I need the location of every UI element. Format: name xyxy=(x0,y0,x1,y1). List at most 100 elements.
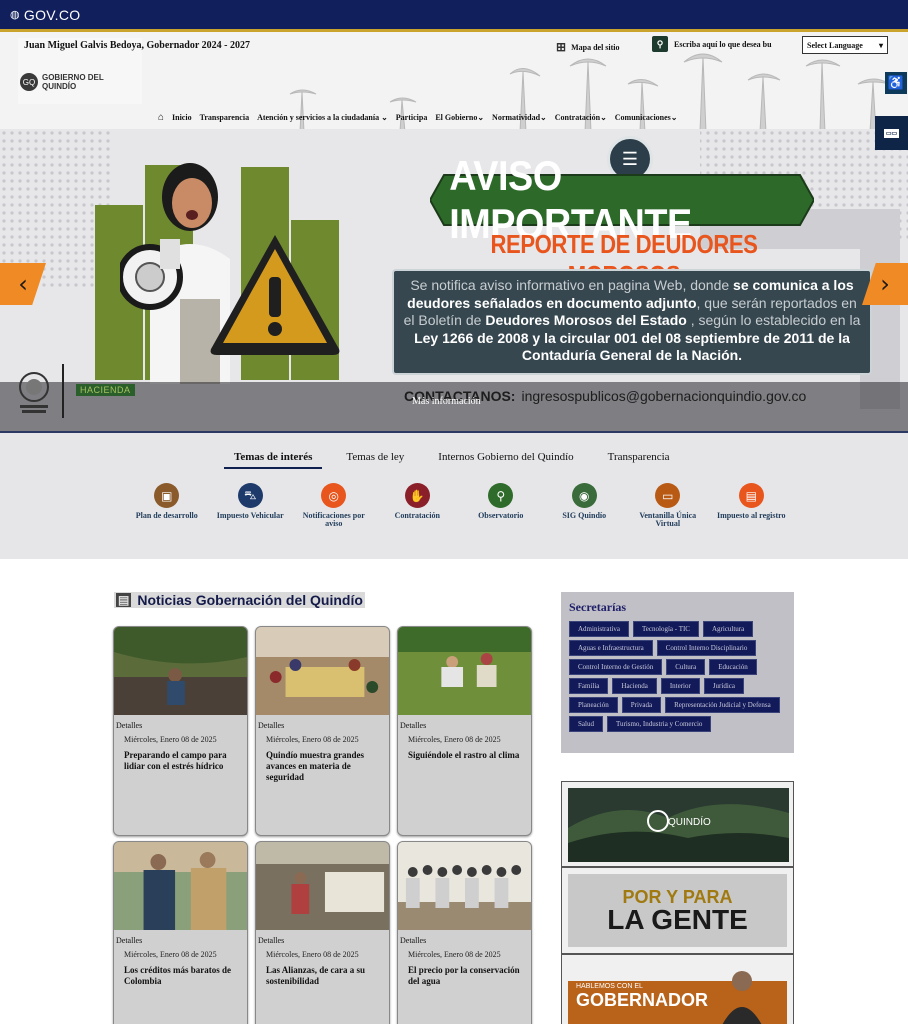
notice-text-5: , según lo establecido en la xyxy=(686,312,861,328)
news-card[interactable]: Detalles Miércoles, Enero 08 de 2025 Pre… xyxy=(113,626,248,836)
secretaria-link[interactable]: Control Interno Disciplinario xyxy=(656,640,757,656)
chevron-down-icon: ▾ xyxy=(878,40,883,50)
nav-contratacion[interactable]: Contratación⌄ xyxy=(555,113,607,122)
theme-label: Impuesto Vehicular xyxy=(216,511,284,520)
details-label: Detalles xyxy=(400,721,427,730)
nav-el-gobierno-label: El Gobierno xyxy=(435,113,478,122)
themes-tabs: Temas de interés Temas de ley Internos G… xyxy=(224,451,680,469)
promo-por-y-para-la-gente[interactable]: POR Y PARA LA GENTE xyxy=(561,867,794,954)
secretaria-link[interactable]: Hacienda xyxy=(612,678,657,694)
news-card[interactable]: Detalles Miércoles, Enero 08 de 2025 Qui… xyxy=(255,626,390,836)
news-headline[interactable]: Las Alianzas, de cara a su sostenibilida… xyxy=(256,959,389,987)
secretaria-link[interactable]: Salud xyxy=(569,716,603,732)
theme-impuesto-vehicular[interactable]: ⛍ Impuesto Vehicular xyxy=(209,483,293,528)
nav-normatividad[interactable]: Normatividad⌄ xyxy=(492,113,547,122)
secretaria-link[interactable]: Tecnología - TIC xyxy=(633,621,699,637)
nav-el-gobierno[interactable]: El Gobierno⌄ xyxy=(435,113,484,122)
sitemap-icon: ⊞ xyxy=(556,40,567,54)
theme-label: SIG Quindío xyxy=(562,511,607,520)
nav-contratacion-label: Contratación xyxy=(554,113,601,122)
gov-co-logo[interactable]: ◍ GOV.CO xyxy=(10,7,80,23)
sitemap-link[interactable]: ⊞ Mapa del sitio xyxy=(556,40,620,55)
notice-text-4: Deudores Morosos del Estado xyxy=(485,312,687,328)
secretaria-link[interactable]: Agricultura xyxy=(702,621,754,637)
theme-plan-desarrollo[interactable]: ▣ Plan de desarrollo xyxy=(125,483,209,528)
language-select[interactable]: Select Language ▾ xyxy=(802,36,888,54)
news-date: Miércoles, Enero 08 de 2025 xyxy=(124,735,217,744)
briefcase-icon: ▣ xyxy=(154,483,180,508)
main-nav: ⌂ Inicio Transparencia Atención y servic… xyxy=(158,112,677,123)
chevron-left-icon: ‹ xyxy=(18,270,28,298)
secretarias-list: Administrativa Tecnología - TIC Agricult… xyxy=(569,621,786,732)
quindio-landscape-image: QUINDÍO xyxy=(568,788,789,862)
news-headline[interactable]: Quindío muestra grandes avances en mater… xyxy=(256,744,389,783)
theme-ventanilla[interactable]: ▭ Ventanilla Única Virtual xyxy=(626,483,710,528)
news-headline[interactable]: Los créditos más baratos de Colombia xyxy=(114,959,247,987)
secretaria-link[interactable]: Jurídica xyxy=(703,678,744,694)
secretaria-link[interactable]: Familia xyxy=(569,678,609,694)
nav-normatividad-label: Normatividad xyxy=(492,113,541,122)
secretaria-link[interactable]: Administrativa xyxy=(569,621,629,637)
news-title-text: Noticias Gobernación del Quindío xyxy=(137,592,363,608)
secretaria-link[interactable]: Turismo, Industria y Comercio xyxy=(606,716,712,732)
news-headline[interactable]: El precio por la conservación del agua xyxy=(398,959,531,987)
search-input[interactable]: Escriba aquí lo que desea bu xyxy=(674,40,772,49)
news-headline[interactable]: Siguiéndole el rastro al clima xyxy=(398,744,531,761)
details-label: Detalles xyxy=(258,721,285,730)
quindio-seal-icon xyxy=(19,372,49,413)
theme-sig-quindio[interactable]: ◉ SIG Quindío xyxy=(543,483,627,528)
theme-label: Impuesto al registro xyxy=(716,511,786,520)
nav-transparencia[interactable]: Transparencia xyxy=(200,113,249,122)
contact-email[interactable]: ingresospublicos@gobernacionquindio.gov.… xyxy=(521,388,806,404)
nav-participa[interactable]: Participa xyxy=(396,113,428,122)
secretaria-link[interactable]: Cultura xyxy=(666,659,706,675)
theme-label: Observatorio xyxy=(478,511,524,520)
notice-text-6: Ley 1266 de 2008 y la circular 001 del 0… xyxy=(414,329,850,364)
news-card[interactable]: Detalles Miércoles, Enero 08 de 2025 Las… xyxy=(255,841,390,1024)
tab-temas-de-ley[interactable]: Temas de ley xyxy=(336,451,414,469)
nav-comunicaciones[interactable]: Comunicaciones⌄ xyxy=(615,113,678,122)
more-info-link[interactable]: Más información xyxy=(412,396,481,407)
secretaria-link[interactable]: Educación xyxy=(709,659,757,675)
promo-quindio-banner[interactable]: QUINDÍO xyxy=(561,781,794,867)
secretarias-title: Secretarías xyxy=(569,600,627,614)
gobierno-quindio-logo[interactable]: GQ GOBIERNO DEL QUINDÍO xyxy=(20,70,140,94)
news-image-field-worker xyxy=(114,627,247,715)
theme-impuesto-registro[interactable]: ▤ Impuesto al registro xyxy=(710,483,794,528)
aviso-title-wrap: AVISO IMPORTANTE xyxy=(430,152,814,247)
sitemap-label: Mapa del sitio xyxy=(571,43,620,52)
bell-icon: ◎ xyxy=(321,483,347,508)
theme-notificaciones[interactable]: ◎ Notificaciones por aviso xyxy=(292,483,376,528)
secretaria-link[interactable]: Privada xyxy=(621,697,662,713)
secretaria-link[interactable]: Representación Judicial y Defensa xyxy=(665,697,780,713)
home-icon[interactable]: ⌂ xyxy=(158,112,164,123)
tab-transparencia[interactable]: Transparencia xyxy=(598,451,680,469)
tab-internos[interactable]: Internos Gobierno del Quindío xyxy=(428,451,583,469)
promo-hablemos-gobernador[interactable]: HABLEMOS CON EL GOBERNADOR xyxy=(561,954,794,1024)
news-headline[interactable]: Preparando el campo para lidiar con el e… xyxy=(114,744,247,772)
search-box[interactable]: ⚲ Escriba aquí lo que desea bu xyxy=(652,36,772,52)
news-card[interactable]: Detalles Miércoles, Enero 08 de 2025 El … xyxy=(397,841,532,1024)
search-icon[interactable]: ⚲ xyxy=(652,36,668,52)
accessibility-icon[interactable]: ♿ xyxy=(885,72,907,94)
news-card[interactable]: Detalles Miércoles, Enero 08 de 2025 Los… xyxy=(113,841,248,1024)
quindio-promo-text: QUINDÍO xyxy=(668,815,711,828)
news-section-title: ▤ Noticias Gobernación del Quindío xyxy=(114,592,365,608)
hacienda-label: HACIENDA xyxy=(76,384,135,396)
tab-temas-de-interes[interactable]: Temas de interés xyxy=(224,451,323,469)
nav-inicio[interactable]: Inicio xyxy=(172,113,192,122)
news-card[interactable]: Detalles Miércoles, Enero 08 de 2025 Sig… xyxy=(397,626,532,836)
news-date: Miércoles, Enero 08 de 2025 xyxy=(408,950,501,959)
car-icon: ⛍ xyxy=(237,483,263,508)
theme-contratacion[interactable]: ✋ Contratación xyxy=(376,483,460,528)
nav-atencion[interactable]: Atención y servicios a la ciudadanía ⌄ xyxy=(257,113,388,122)
side-floating-tab[interactable]: ▭▭ xyxy=(875,116,908,150)
news-image-meeting xyxy=(256,627,389,715)
secretaria-link[interactable]: Planeación xyxy=(569,697,618,713)
gov-co-label: GOV.CO xyxy=(23,6,81,23)
secretaria-link[interactable]: Interior xyxy=(660,678,700,694)
news-image-handshake xyxy=(114,842,247,930)
secretaria-link[interactable]: Aguas e Infraestructura xyxy=(569,640,653,656)
secretaria-link[interactable]: Control Interno de Gestión xyxy=(569,659,663,675)
theme-observatorio[interactable]: ⚲ Observatorio xyxy=(459,483,543,528)
